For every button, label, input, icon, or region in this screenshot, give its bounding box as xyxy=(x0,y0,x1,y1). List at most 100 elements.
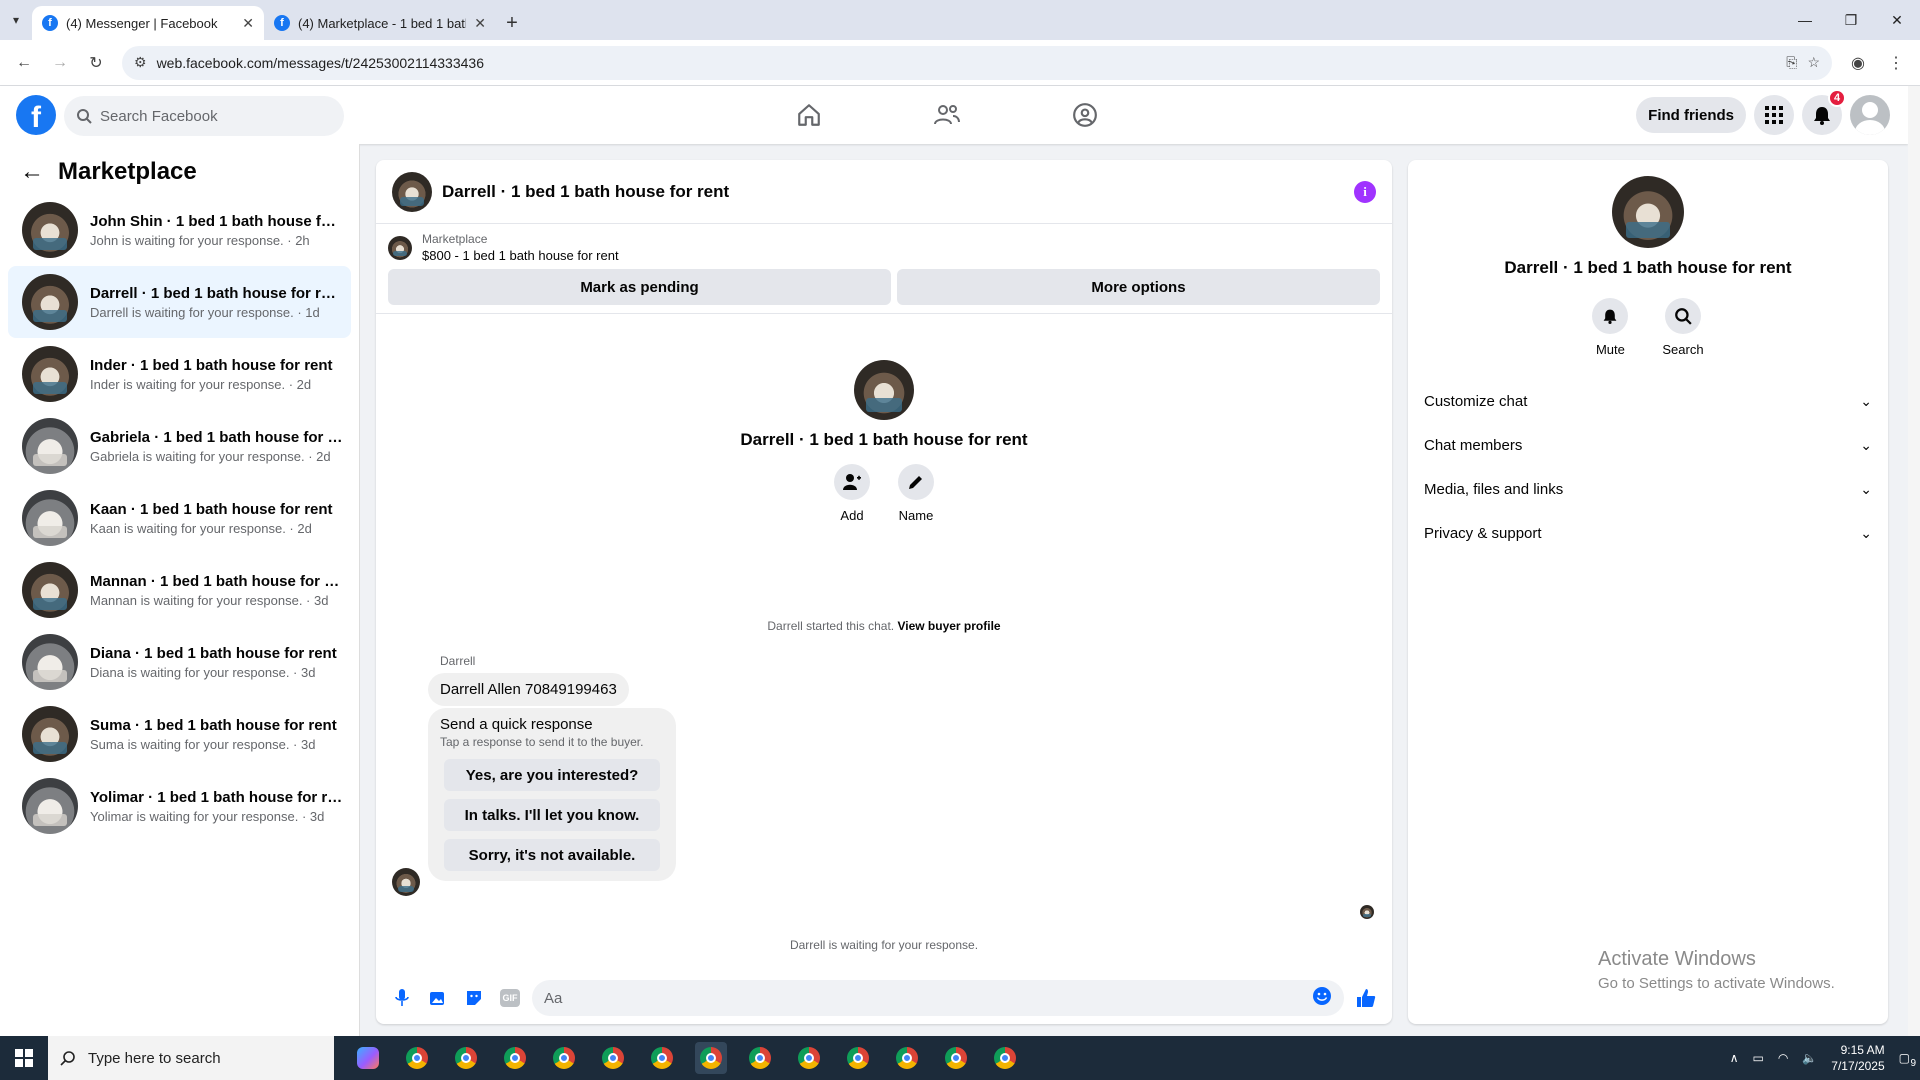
back-arrow-icon[interactable]: ← xyxy=(8,47,40,79)
tab-search-chevron-icon[interactable]: ▾ xyxy=(0,0,32,40)
sticker-icon[interactable] xyxy=(460,984,488,1012)
gif-label: GIF xyxy=(500,989,520,1007)
chrome-icon[interactable] xyxy=(646,1042,678,1074)
minimize-icon[interactable]: — xyxy=(1782,0,1828,40)
address-bar[interactable]: ⚙ web.facebook.com/messages/t/2425300211… xyxy=(122,45,1832,80)
thumbs-up-icon[interactable] xyxy=(1352,984,1380,1012)
chrome-icon-active[interactable] xyxy=(695,1042,727,1074)
conversation-item[interactable]: Inder · 1 bed 1 bath house for rent Inder… xyxy=(8,338,351,410)
profile-icon[interactable]: ◉ xyxy=(1842,47,1874,79)
conversation-item[interactable]: Gabriela · 1 bed 1 bath house for r... Ga… xyxy=(8,410,351,482)
chrome-icon[interactable] xyxy=(548,1042,580,1074)
message-input[interactable]: Aa xyxy=(532,980,1344,1016)
chrome-icon[interactable] xyxy=(989,1042,1021,1074)
conversation-item[interactable]: Diana · 1 bed 1 bath house for rent Diana… xyxy=(8,626,351,698)
conversation-item[interactable]: John Shin · 1 bed 1 bath house for ... Jo… xyxy=(8,194,351,266)
find-friends-button[interactable]: Find friends xyxy=(1636,97,1746,133)
menu-grid-icon[interactable] xyxy=(1754,95,1794,135)
facebook-search-input[interactable]: Search Facebook xyxy=(64,96,344,136)
window-controls: — ❐ ✕ xyxy=(1782,0,1920,40)
tab-close-icon[interactable]: ✕ xyxy=(474,15,486,32)
search-label: Search xyxy=(1662,342,1704,357)
microphone-icon[interactable] xyxy=(388,984,416,1012)
edit-name-button[interactable]: Name xyxy=(898,464,934,523)
page-scrollbar[interactable] xyxy=(1908,86,1920,1036)
browser-tab-strip: ▾ f (4) Messenger | Facebook ✕ f (4) Mar… xyxy=(0,0,1920,40)
quick-response-option[interactable]: In talks. I'll let you know. xyxy=(444,799,660,831)
search-in-chat-button[interactable]: Search xyxy=(1662,298,1704,357)
conversation-item[interactable]: Mannan · 1 bed 1 bath house for re... Man… xyxy=(8,554,351,626)
listing-price-title[interactable]: $800 - 1 bed 1 bath house for rent xyxy=(422,248,619,263)
chrome-icon[interactable] xyxy=(940,1042,972,1074)
gif-icon[interactable]: GIF xyxy=(496,984,524,1012)
battery-icon[interactable]: ▭ xyxy=(1752,1051,1763,1065)
quick-response-option[interactable]: Yes, are you interested? xyxy=(444,759,660,791)
quick-response-option[interactable]: Sorry, it's not available. xyxy=(444,839,660,871)
install-app-icon[interactable]: ⎘ xyxy=(1786,54,1797,71)
conversation-item[interactable]: Kaan · 1 bed 1 bath house for rent Kaan i… xyxy=(8,482,351,554)
mute-button[interactable]: Mute xyxy=(1592,298,1629,357)
reload-icon[interactable]: ↻ xyxy=(80,47,112,79)
mark-as-pending-button[interactable]: Mark as pending xyxy=(388,269,891,305)
restore-icon[interactable]: ❐ xyxy=(1828,0,1874,40)
menu-kebab-icon[interactable]: ⋮ xyxy=(1880,47,1912,79)
sender-avatar[interactable] xyxy=(392,868,420,896)
url-text[interactable]: web.facebook.com/messages/t/242530021143… xyxy=(157,55,1777,71)
groups-icon[interactable] xyxy=(1016,86,1154,144)
action-center-icon[interactable]: ▢ 9 xyxy=(1899,1051,1916,1069)
conversation-name: Suma · 1 bed 1 bath house for rent xyxy=(90,716,337,734)
taskbar-search-input[interactable]: Type here to search xyxy=(48,1036,334,1080)
chrome-icon[interactable] xyxy=(891,1042,923,1074)
account-avatar[interactable] xyxy=(1850,95,1890,135)
forward-arrow-icon[interactable]: → xyxy=(44,47,76,79)
wifi-icon[interactable]: ◠ xyxy=(1778,1051,1788,1065)
media-files-links-section[interactable]: Media, files and links ⌄ xyxy=(1408,467,1888,511)
browser-tab-messenger[interactable]: f (4) Messenger | Facebook ✕ xyxy=(32,6,264,40)
more-options-button[interactable]: More options xyxy=(897,269,1380,305)
customize-chat-section[interactable]: Customize chat ⌄ xyxy=(1408,379,1888,423)
facebook-logo-icon[interactable]: f xyxy=(16,95,56,135)
chat-avatar[interactable] xyxy=(392,171,432,212)
bookmark-star-icon[interactable]: ☆ xyxy=(1807,54,1820,71)
clock[interactable]: 9:15 AM 7/17/2025 xyxy=(1831,1042,1884,1074)
windows-start-icon[interactable] xyxy=(0,1036,48,1080)
photo-icon[interactable] xyxy=(424,984,452,1012)
tray-chevron-up-icon[interactable]: ∧ xyxy=(1730,1051,1739,1065)
home-icon[interactable] xyxy=(740,86,878,144)
chrome-icon[interactable] xyxy=(842,1042,874,1074)
close-window-icon[interactable]: ✕ xyxy=(1874,0,1920,40)
conversation-item-active[interactable]: Darrell · 1 bed 1 bath house for rent Dar… xyxy=(8,266,351,338)
search-icon xyxy=(60,1051,75,1066)
chrome-icon[interactable] xyxy=(450,1042,482,1074)
view-buyer-profile-link[interactable]: View buyer profile xyxy=(897,619,1000,633)
tab-close-icon[interactable]: ✕ xyxy=(242,15,254,32)
back-arrow-icon[interactable]: ← xyxy=(20,158,44,186)
chrome-icon[interactable] xyxy=(401,1042,433,1074)
conversation-status: Inder is waiting for your response. · 2d xyxy=(90,376,312,392)
copilot-icon[interactable] xyxy=(352,1042,384,1074)
chat-members-section[interactable]: Chat members ⌄ xyxy=(1408,423,1888,467)
listing-thumbnail xyxy=(22,418,78,474)
message-bubble[interactable]: Darrell Allen 70849199463 xyxy=(428,673,629,706)
site-info-icon[interactable]: ⚙ xyxy=(134,54,147,71)
facebook-favicon-icon: f xyxy=(274,15,290,31)
conversation-status: Yolimar is waiting for your response. · … xyxy=(90,808,325,824)
listing-thumbnail[interactable] xyxy=(388,235,412,260)
volume-icon[interactable]: 🔈 xyxy=(1802,1051,1817,1065)
notifications-bell-icon[interactable]: 4 xyxy=(1802,89,1846,135)
browser-tab-marketplace[interactable]: f (4) Marketplace - 1 bed 1 bath ✕ xyxy=(264,6,496,40)
chrome-icon[interactable] xyxy=(597,1042,629,1074)
friends-icon[interactable] xyxy=(878,86,1016,144)
chrome-icon[interactable] xyxy=(744,1042,776,1074)
new-tab-plus-icon[interactable]: + xyxy=(496,6,528,40)
info-icon[interactable]: i xyxy=(1354,180,1376,203)
conversation-item[interactable]: Yolimar · 1 bed 1 bath house for rent Yol… xyxy=(8,770,351,842)
conversation-item[interactable]: Suma · 1 bed 1 bath house for rent Suma i… xyxy=(8,698,351,770)
chat-header: Darrell · 1 bed 1 bath house for rent i xyxy=(376,160,1392,224)
chat-title[interactable]: Darrell · 1 bed 1 bath house for rent xyxy=(442,182,1344,202)
emoji-icon[interactable] xyxy=(1312,986,1332,1010)
privacy-support-section[interactable]: Privacy & support ⌄ xyxy=(1408,511,1888,555)
chrome-icon[interactable] xyxy=(499,1042,531,1074)
add-people-button[interactable]: Add xyxy=(834,464,870,523)
chrome-icon[interactable] xyxy=(793,1042,825,1074)
